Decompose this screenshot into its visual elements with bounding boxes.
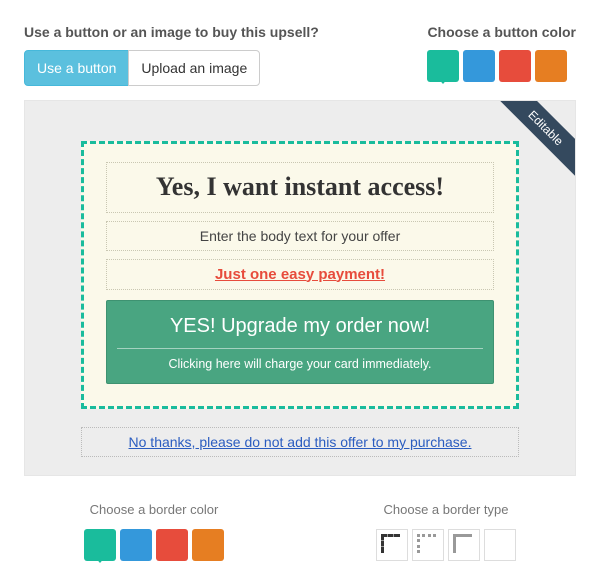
cta-button[interactable]: YES! Upgrade my order now! Clicking here… bbox=[106, 300, 494, 384]
border-color-swatches bbox=[84, 529, 224, 561]
border-type-dotted[interactable] bbox=[412, 529, 444, 561]
upload-image-option[interactable]: Upload an image bbox=[128, 50, 260, 86]
button-or-image-section: Use a button or an image to buy this ups… bbox=[24, 24, 319, 86]
button-or-image-label: Use a button or an image to buy this ups… bbox=[24, 24, 319, 40]
offer-price[interactable]: Just one easy payment! bbox=[106, 259, 494, 290]
border-type-solid[interactable] bbox=[448, 529, 480, 561]
top-row: Use a button or an image to buy this ups… bbox=[24, 24, 576, 86]
offer-body[interactable]: Enter the body text for your offer bbox=[106, 221, 494, 251]
border-type-dashed[interactable] bbox=[376, 529, 408, 561]
choose-button-color-label: Choose a button color bbox=[427, 24, 576, 40]
offer-title[interactable]: Yes, I want instant access! bbox=[106, 162, 494, 213]
cta-sub-text: Clicking here will charge your card imme… bbox=[117, 348, 483, 371]
border-type-section: Choose a border type bbox=[376, 502, 516, 561]
bottom-row: Choose a border color Choose a border ty… bbox=[24, 502, 576, 561]
border-color-red[interactable] bbox=[156, 529, 188, 561]
border-color-green[interactable] bbox=[84, 529, 116, 561]
page-root: Use a button or an image to buy this ups… bbox=[0, 0, 600, 585]
preview-panel: Editable Yes, I want instant access! Ent… bbox=[24, 100, 576, 476]
border-type-label: Choose a border type bbox=[376, 502, 516, 517]
offer-box: Yes, I want instant access! Enter the bo… bbox=[81, 141, 519, 409]
border-color-orange[interactable] bbox=[192, 529, 224, 561]
color-swatch-red[interactable] bbox=[499, 50, 531, 82]
border-color-label: Choose a border color bbox=[84, 502, 224, 517]
color-swatch-blue[interactable] bbox=[463, 50, 495, 82]
cta-main-text: YES! Upgrade my order now! bbox=[117, 315, 483, 338]
button-color-swatches bbox=[427, 50, 576, 82]
color-swatch-orange[interactable] bbox=[535, 50, 567, 82]
use-button-option[interactable]: Use a button bbox=[24, 50, 129, 86]
decline-link[interactable]: No thanks, please do not add this offer … bbox=[129, 434, 472, 450]
border-color-section: Choose a border color bbox=[84, 502, 224, 561]
choose-button-color-section: Choose a button color bbox=[427, 24, 576, 82]
decline-field: No thanks, please do not add this offer … bbox=[81, 427, 519, 457]
color-swatch-green[interactable] bbox=[427, 50, 459, 82]
border-type-none[interactable] bbox=[484, 529, 516, 561]
border-color-blue[interactable] bbox=[120, 529, 152, 561]
border-type-swatches bbox=[376, 529, 516, 561]
button-or-image-group: Use a button Upload an image bbox=[24, 50, 319, 86]
